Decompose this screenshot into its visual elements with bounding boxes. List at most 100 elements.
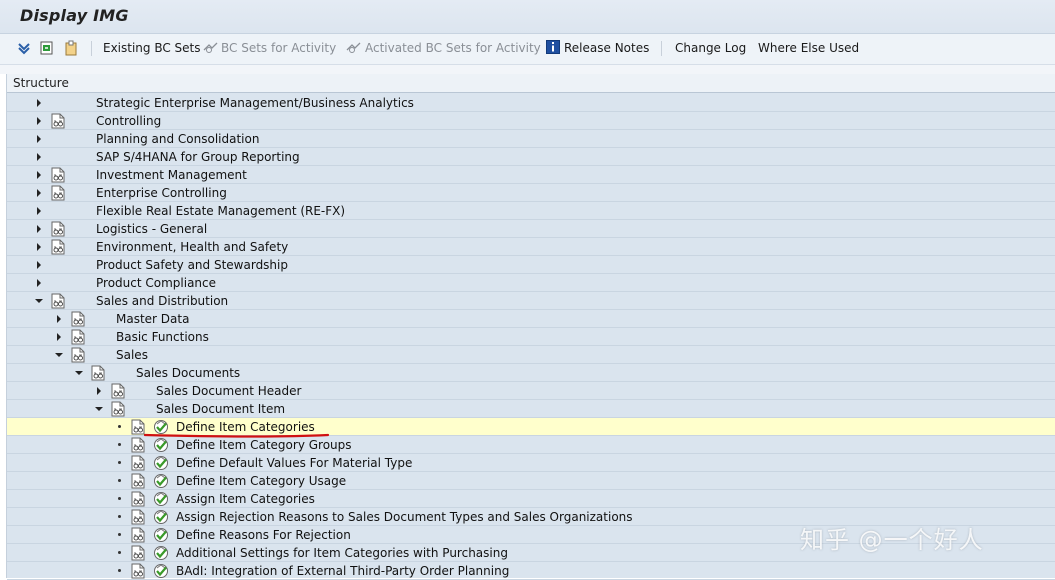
tree-node-row[interactable]: Enterprise Controlling [7,184,1055,202]
expand-arrow-icon[interactable] [37,243,41,251]
tree-node-row[interactable]: Sales Document Item [7,400,1055,418]
release-notes-button[interactable]: Release Notes [564,41,649,55]
tree-node-row[interactable]: Strategic Enterprise Management/Business… [7,94,1055,112]
tree-node-label[interactable]: Assign Rejection Reasons to Sales Docume… [176,510,633,524]
expand-arrow-icon[interactable] [37,189,41,197]
tree-node-label[interactable]: Planning and Consolidation [96,132,259,146]
expand-all-icon[interactable] [16,40,32,56]
tree-node-row[interactable]: Sales Documents [7,364,1055,382]
tree-node-label[interactable]: Sales Document Item [156,402,285,416]
tree-node-label[interactable]: Define Item Category Usage [176,474,346,488]
execute-activity-icon[interactable] [153,563,169,579]
documentation-icon[interactable] [131,509,145,525]
tree-node-label[interactable]: Define Item Category Groups [176,438,352,452]
collapse-arrow-icon[interactable] [35,299,43,303]
collapse-arrow-icon[interactable] [55,353,63,357]
tree-activity-row[interactable]: Assign Item Categories [7,490,1055,508]
tree-node-label[interactable]: Sales and Distribution [96,294,228,308]
tree-node-row[interactable]: Logistics - General [7,220,1055,238]
documentation-icon[interactable] [131,437,145,453]
tree-node-row[interactable]: Sales and Distribution [7,292,1055,310]
tree-node-row[interactable]: Master Data [7,310,1055,328]
tree-node-row[interactable]: Planning and Consolidation [7,130,1055,148]
expand-arrow-icon[interactable] [37,135,41,143]
documentation-icon[interactable] [131,455,145,471]
execute-activity-icon[interactable] [153,509,169,525]
tree-node-label[interactable]: BAdI: Integration of External Third-Part… [176,564,509,578]
documentation-icon[interactable] [71,329,85,345]
tree-node-row[interactable]: Product Compliance [7,274,1055,292]
change-log-button[interactable]: Change Log [675,41,746,55]
expand-arrow-icon[interactable] [37,153,41,161]
expand-arrow-icon[interactable] [37,207,41,215]
tree-node-row[interactable]: Product Safety and Stewardship [7,256,1055,274]
tree-node-label[interactable]: Basic Functions [116,330,209,344]
tree-node-label[interactable]: Flexible Real Estate Management (RE-FX) [96,204,345,218]
documentation-icon[interactable] [111,383,125,399]
tree-activity-row[interactable]: Define Default Values For Material Type [7,454,1055,472]
documentation-icon[interactable] [51,221,65,237]
expand-arrow-icon[interactable] [57,333,61,341]
execute-activity-icon[interactable] [153,491,169,507]
tree-node-label[interactable]: Controlling [96,114,161,128]
documentation-icon[interactable] [51,167,65,183]
tree-node-row[interactable]: Sales Document Header [7,382,1055,400]
tree-node-label[interactable]: SAP S/4HANA for Group Reporting [96,150,300,164]
bc-sets-for-activity-button[interactable]: BC Sets for Activity [221,41,336,55]
documentation-icon[interactable] [51,185,65,201]
expand-arrow-icon[interactable] [57,315,61,323]
activated-bc-sets-button[interactable]: Activated BC Sets for Activity [365,41,541,55]
tree-node-label[interactable]: Product Safety and Stewardship [96,258,288,272]
documentation-icon[interactable] [51,239,65,255]
execute-activity-icon[interactable] [153,545,169,561]
existing-bc-sets-button[interactable]: Existing BC Sets [103,41,201,55]
tree-node-label[interactable]: Define Reasons For Rejection [176,528,351,542]
tree-node-label[interactable]: Define Default Values For Material Type [176,456,412,470]
documentation-icon[interactable] [131,527,145,543]
tree-node-label[interactable]: Assign Item Categories [176,492,315,506]
documentation-icon[interactable] [51,293,65,309]
tree-node-label[interactable]: Sales Documents [136,366,240,380]
documentation-icon[interactable] [71,311,85,327]
documentation-icon[interactable] [131,473,145,489]
collapse-arrow-icon[interactable] [75,371,83,375]
documentation-icon[interactable] [111,401,125,417]
expand-arrow-icon[interactable] [37,225,41,233]
tree-node-label[interactable]: Additional Settings for Item Categories … [176,546,508,560]
tree-node-label[interactable]: Master Data [116,312,189,326]
tree-activity-row[interactable]: Define Item Category Usage [7,472,1055,490]
documentation-icon[interactable] [51,113,65,129]
find-icon[interactable] [39,40,55,56]
execute-activity-icon[interactable] [153,473,169,489]
expand-arrow-icon[interactable] [37,279,41,287]
tree-node-row[interactable]: Investment Management [7,166,1055,184]
tree-node-label[interactable]: Logistics - General [96,222,207,236]
clipboard-icon[interactable] [63,40,79,56]
tree-node-label[interactable]: Environment, Health and Safety [96,240,288,254]
tree-node-label[interactable]: Investment Management [96,168,247,182]
documentation-icon[interactable] [71,347,85,363]
tree-node-label[interactable]: Sales [116,348,148,362]
execute-activity-icon[interactable] [153,455,169,471]
tree-activity-row[interactable]: BAdI: Integration of External Third-Part… [7,562,1055,580]
documentation-icon[interactable] [131,563,145,579]
expand-arrow-icon[interactable] [37,171,41,179]
expand-arrow-icon[interactable] [97,387,101,395]
expand-arrow-icon[interactable] [37,261,41,269]
tree-node-row[interactable]: SAP S/4HANA for Group Reporting [7,148,1055,166]
documentation-icon[interactable] [131,491,145,507]
tree-node-label[interactable]: Enterprise Controlling [96,186,227,200]
documentation-icon[interactable] [131,419,145,435]
tree-node-row[interactable]: Flexible Real Estate Management (RE-FX) [7,202,1055,220]
tree-node-label[interactable]: Strategic Enterprise Management/Business… [96,96,414,110]
documentation-icon[interactable] [91,365,105,381]
tree-node-row[interactable]: Environment, Health and Safety [7,238,1055,256]
execute-activity-icon[interactable] [153,527,169,543]
expand-arrow-icon[interactable] [37,117,41,125]
tree-node-label[interactable]: Product Compliance [96,276,216,290]
where-else-used-button[interactable]: Where Else Used [758,41,859,55]
tree-node-row[interactable]: Controlling [7,112,1055,130]
expand-arrow-icon[interactable] [37,99,41,107]
tree-node-row[interactable]: Basic Functions [7,328,1055,346]
tree-node-label[interactable]: Sales Document Header [156,384,301,398]
